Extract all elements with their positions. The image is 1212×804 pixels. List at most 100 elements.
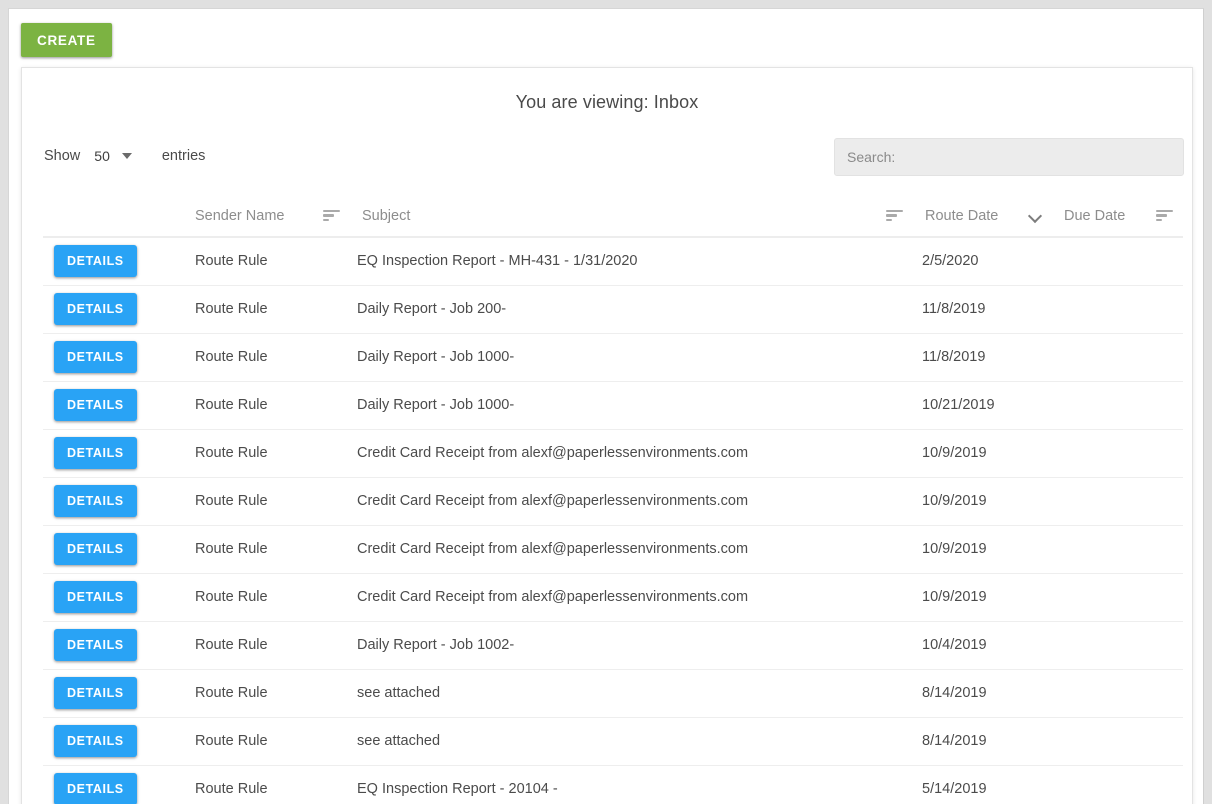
details-button[interactable]: DETAILS (54, 437, 137, 469)
cell-due-date (1052, 477, 1183, 526)
details-button[interactable]: DETAILS (54, 245, 137, 278)
cell-details: DETAILS (43, 765, 183, 804)
cell-subject: Credit Card Receipt from alexf@paperless… (350, 573, 913, 622)
cell-subject: Daily Report - Job 200- (350, 285, 913, 334)
cell-sender: Route Rule (183, 237, 350, 286)
sort-icon-subject[interactable] (886, 209, 903, 222)
table-row: DETAILS Route Rule see attached 8/14/2019 (43, 717, 1183, 766)
details-button[interactable]: DETAILS (54, 533, 137, 565)
cell-sender: Route Rule (183, 477, 350, 526)
cell-due-date (1052, 717, 1183, 766)
cell-route-date: 2/5/2020 (913, 237, 1052, 286)
show-label: Show (44, 148, 81, 164)
table-row: DETAILS Route Rule Daily Report - Job 1002… (43, 621, 1183, 670)
column-header-subject[interactable]: Subject (350, 195, 913, 238)
cell-route-date: 10/9/2019 (913, 477, 1052, 526)
cell-subject: see attached (350, 717, 913, 766)
table-body: DETAILS Route Rule EQ Inspection Report - … (43, 237, 1183, 804)
column-header-due-date[interactable]: Due Date (1052, 195, 1183, 238)
cell-sender: Route Rule (183, 333, 350, 382)
details-button[interactable]: DETAILS (54, 725, 137, 757)
details-button[interactable]: DETAILS (54, 677, 137, 709)
toolbar: CREATE (9, 9, 1203, 67)
cell-due-date (1052, 573, 1183, 622)
details-button[interactable]: DETAILS (54, 629, 137, 661)
cell-route-date: 10/4/2019 (913, 621, 1052, 670)
table-controls: Show 50 entries (22, 130, 1192, 196)
inbox-card: You are viewing: Inbox Show 50 entries S… (21, 67, 1193, 804)
details-button[interactable]: DETAILS (54, 389, 137, 421)
entries-label: entries (161, 148, 206, 164)
details-button[interactable]: DETAILS (54, 773, 137, 804)
cell-subject: EQ Inspection Report - MH-431 - 1/31/202… (350, 237, 913, 286)
cell-route-date: 10/21/2019 (913, 381, 1052, 430)
cell-route-date: 8/14/2019 (913, 717, 1052, 766)
column-label-route-date: Route Date (925, 207, 999, 224)
table-scroll-region[interactable]: Sender Name Subject Route Date Due Date … (43, 195, 1183, 804)
cell-details: DETAILS (43, 333, 183, 382)
search-container (834, 138, 1184, 176)
cell-subject: Daily Report - Job 1000- (350, 333, 913, 382)
column-header-route-date[interactable]: Route Date (913, 195, 1052, 238)
app-window: CREATE You are viewing: Inbox Show 50 en… (8, 8, 1204, 804)
cell-due-date (1052, 525, 1183, 574)
details-button[interactable]: DETAILS (54, 485, 137, 517)
cell-due-date (1052, 765, 1183, 804)
cell-details: DETAILS (43, 669, 183, 718)
table-row: DETAILS Route Rule EQ Inspection Report - … (43, 237, 1183, 286)
sort-icon-due-date[interactable] (1156, 209, 1173, 222)
cell-details: DETAILS (43, 381, 183, 430)
cell-due-date (1052, 429, 1183, 478)
cell-subject: Daily Report - Job 1002- (350, 621, 913, 670)
column-header-sender-name[interactable]: Sender Name (183, 195, 350, 238)
table-row: DETAILS Route Rule Credit Card Receipt fro… (43, 525, 1183, 574)
cell-subject: EQ Inspection Report - 20104 - (350, 765, 913, 804)
table-row: DETAILS Route Rule Daily Report - Job 1000… (43, 333, 1183, 382)
cell-subject: Credit Card Receipt from alexf@paperless… (350, 429, 913, 478)
chevron-down-icon-route-date[interactable] (1028, 209, 1042, 223)
details-button[interactable]: DETAILS (54, 293, 137, 325)
cell-sender: Route Rule (183, 621, 350, 670)
cell-route-date: 10/9/2019 (913, 429, 1052, 478)
table-row: DETAILS Route Rule Credit Card Receipt fro… (43, 429, 1183, 478)
table-header-row: Sender Name Subject Route Date Due Date (43, 195, 1183, 238)
cell-subject: Credit Card Receipt from alexf@paperless… (350, 525, 913, 574)
cell-route-date: 5/14/2019 (913, 765, 1052, 804)
search-input[interactable] (834, 138, 1184, 176)
cell-details: DETAILS (43, 621, 183, 670)
sort-icon-sender-name[interactable] (323, 209, 340, 222)
table-row: DETAILS Route Rule Credit Card Receipt fro… (43, 477, 1183, 526)
cell-route-date: 11/8/2019 (913, 333, 1052, 382)
cell-sender: Route Rule (183, 573, 350, 622)
cell-subject: see attached (350, 669, 913, 718)
column-header-details (43, 195, 183, 238)
cell-details: DETAILS (43, 237, 183, 286)
cell-details: DETAILS (43, 477, 183, 526)
cell-subject: Credit Card Receipt from alexf@paperless… (350, 477, 913, 526)
cell-details: DETAILS (43, 525, 183, 574)
column-label-subject: Subject (362, 207, 411, 224)
cell-due-date (1052, 621, 1183, 670)
table-header: Sender Name Subject Route Date Due Date (43, 195, 1183, 238)
cell-due-date (1052, 669, 1183, 718)
cell-sender: Route Rule (183, 669, 350, 718)
triangle-down-icon (121, 153, 132, 159)
cell-route-date: 11/8/2019 (913, 285, 1052, 334)
cell-subject: Daily Report - Job 1000- (350, 381, 913, 430)
cell-due-date (1052, 381, 1183, 430)
cell-sender: Route Rule (183, 525, 350, 574)
cell-sender: Route Rule (183, 765, 350, 804)
column-label-due-date: Due Date (1064, 207, 1126, 224)
cell-details: DETAILS (43, 717, 183, 766)
cell-due-date (1052, 333, 1183, 382)
column-label-sender-name: Sender Name (195, 207, 285, 224)
details-button[interactable]: DETAILS (54, 581, 137, 613)
cell-details: DETAILS (43, 429, 183, 478)
cell-due-date (1052, 285, 1183, 334)
cell-sender: Route Rule (183, 717, 350, 766)
create-button[interactable]: CREATE (21, 23, 112, 57)
entries-length-select[interactable]: 50 (94, 148, 136, 164)
table-row: DETAILS Route Rule Daily Report - Job 1000… (43, 381, 1183, 430)
inbox-table: Sender Name Subject Route Date Due Date … (43, 195, 1183, 804)
details-button[interactable]: DETAILS (54, 341, 137, 373)
